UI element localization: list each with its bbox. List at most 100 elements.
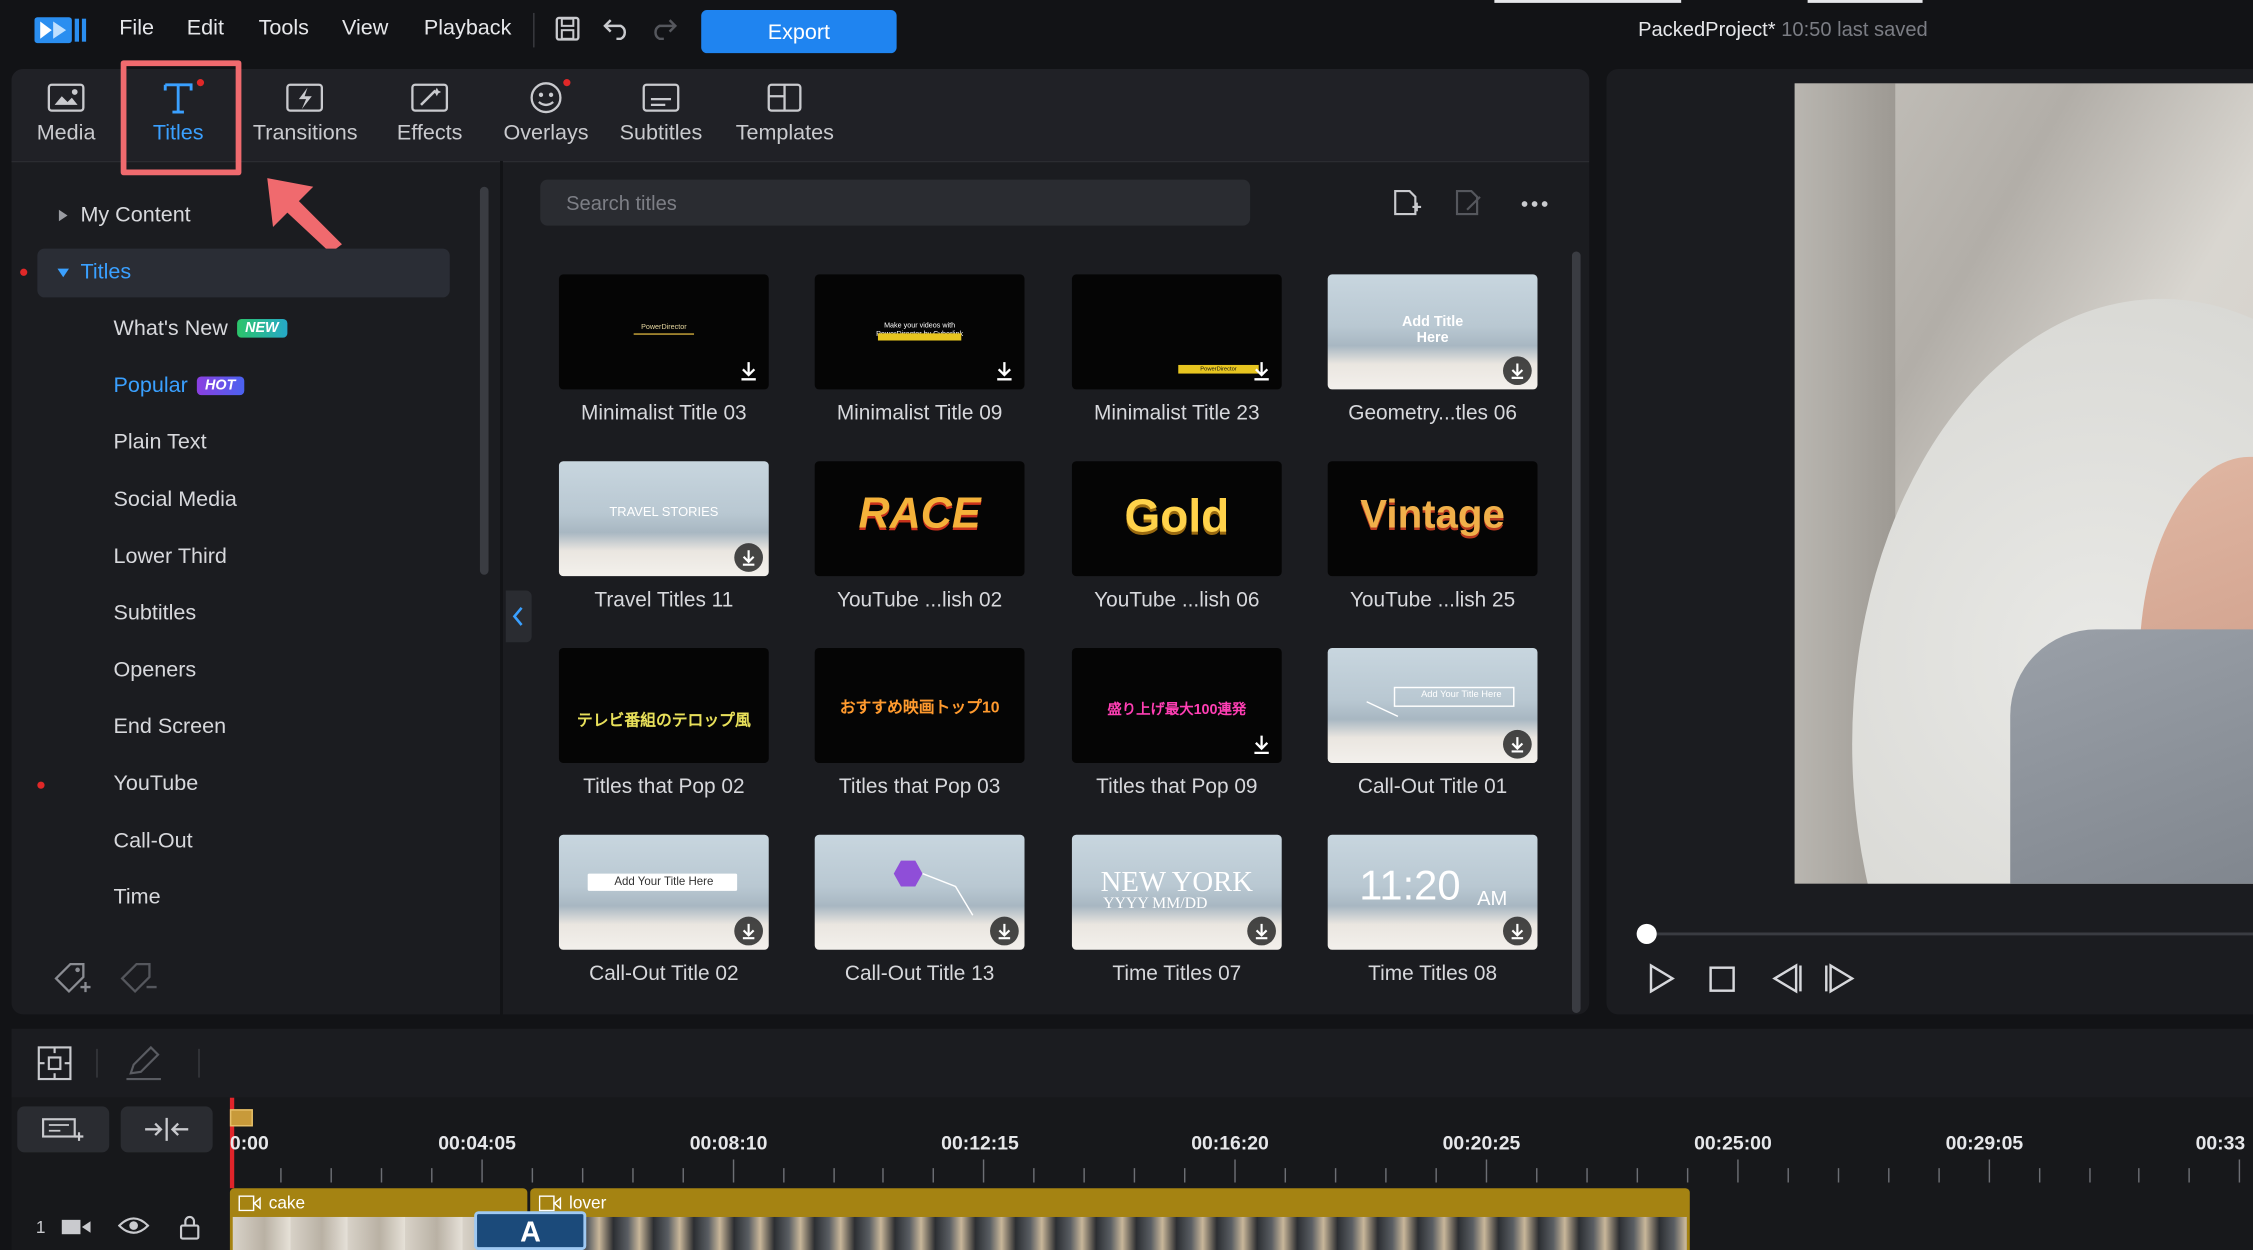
menu-tools[interactable]: Tools [259,16,309,40]
download-icon[interactable] [1502,356,1532,386]
sidebar-item-plain-text[interactable]: Plain Text [114,430,207,454]
collapse-sidebar-button[interactable] [505,590,532,643]
title-tile[interactable]: Add Your Title Here Call-Out Title 02 [558,834,769,986]
download-icon[interactable] [734,356,763,385]
sidebar-item-whats-new[interactable]: What's New NEW [113,316,288,341]
download-icon[interactable] [990,916,1019,946]
title-tile[interactable]: Call-Out Title 13 [814,834,1025,986]
playhead-marker[interactable] [229,1109,253,1127]
chevron-left-icon [512,606,523,626]
new-title-icon[interactable] [1391,188,1423,217]
remove-tag-icon[interactable] [118,961,158,998]
stop-icon[interactable] [1708,966,1735,993]
redo-icon[interactable] [649,17,678,41]
sidebar-my-content[interactable]: My Content [80,203,190,227]
visibility-eye-icon[interactable] [117,1214,150,1237]
project-name: PackedProject* [1638,17,1776,41]
next-frame-icon[interactable] [1822,963,1859,995]
search-input[interactable]: Search titles [540,179,1251,226]
track-manager-button[interactable] [17,1106,110,1153]
tab-media[interactable]: Media [34,79,97,145]
sidebar-item-end-screen[interactable]: End Screen [114,714,227,738]
titles-collapse-icon[interactable] [56,266,70,280]
sidebar-item-youtube[interactable]: YouTube [114,772,199,796]
download-icon[interactable] [1502,916,1532,946]
preview-scrubber-handle[interactable] [1636,923,1657,944]
my-content-expand-icon[interactable] [56,208,70,222]
download-icon[interactable] [1247,916,1276,946]
menu-edit[interactable]: Edit [187,16,224,40]
undo-icon[interactable] [602,17,631,41]
download-icon[interactable] [734,543,763,572]
download-icon[interactable] [734,916,763,946]
clip-lover[interactable]: lover [530,1188,1690,1250]
title-tile[interactable]: NEW YORK YYYY MM/DD Time Titles 07 [1071,834,1282,986]
tab-subtitles[interactable]: Subtitles [619,79,702,145]
clip-label: cake [238,1193,305,1213]
sidebar-item-label: What's New [113,316,228,341]
tab-overlays[interactable]: Overlays [503,79,589,145]
title-tile[interactable]: 盛り上げ最大100連発 Titles that Pop 09 [1071,647,1282,799]
preview-scrubber-track[interactable] [1649,932,2253,936]
sidebar-item-call-out[interactable]: Call-Out [114,829,193,853]
menu-divider [533,12,535,48]
previous-frame-icon[interactable] [1767,963,1804,995]
sidebar-item-popular[interactable]: Popular HOT [113,373,245,398]
download-icon[interactable] [1247,356,1276,385]
timeline-view-icon[interactable] [36,1045,73,1082]
sidebar-item-social-media[interactable]: Social Media [114,487,237,511]
tab-templates[interactable]: Templates [736,79,834,145]
title-tile[interactable]: Add Title Here Geometry...tles 06 [1327,274,1538,425]
menu-playback[interactable]: Playback [424,16,511,40]
play-icon[interactable] [1645,963,1677,995]
lock-icon[interactable] [178,1214,201,1240]
edit-pen-icon[interactable] [124,1045,164,1082]
download-icon[interactable] [1502,729,1532,759]
sidebar-item-label: Popular [113,373,188,398]
video-preview[interactable] [1794,83,2253,884]
fit-timeline-button[interactable] [120,1106,213,1153]
sidebar-item-time[interactable]: Time [114,885,161,909]
tile-thumbnail: PowerDirector [558,274,769,390]
tab-transitions[interactable]: Transitions [253,79,358,145]
sidebar-item-lower-third[interactable]: Lower Third [114,545,227,569]
title-tile[interactable]: おすすめ映画トップ10 Titles that Pop 03 [814,647,1025,799]
title-tile[interactable]: PowerDirector Minimalist Title 23 [1071,274,1282,425]
track-number: 1 [35,1216,46,1238]
tile-thumbnail [814,834,1025,950]
sidebar-titles[interactable]: Titles [80,260,131,284]
export-button[interactable]: Export [701,10,897,54]
save-icon[interactable] [555,16,581,42]
download-icon[interactable] [1247,730,1276,759]
title-tile[interactable]: Make your videos with PowerDirector by C… [814,274,1025,425]
menu-view[interactable]: View [342,16,388,40]
media-icon [46,79,86,116]
tile-label: YouTube ...lish 06 [1094,589,1260,613]
tile-thumbnail: Add Your Title Here [558,834,769,950]
tile-thumbnail: 11:20 AM [1327,834,1538,950]
sidebar-item-subtitles[interactable]: Subtitles [114,601,197,625]
templates-icon [764,79,804,116]
title-tile[interactable]: テレビ番組のテロップ風 Titles that Pop 02 [558,647,769,799]
title-clip[interactable]: A [474,1211,587,1250]
title-tile[interactable]: Vintage YouTube ...lish 25 [1327,461,1538,612]
add-tag-icon[interactable] [52,961,92,998]
more-options-icon[interactable] [1520,200,1549,209]
download-icon[interactable] [990,356,1019,385]
title-tile[interactable]: Add Your Title Here Call-Out Title 01 [1327,647,1538,799]
title-tile[interactable]: TRAVEL STORIES Travel Titles 11 [558,461,769,612]
title-tile[interactable]: 11:20 AM Time Titles 08 [1327,834,1538,986]
title-tile[interactable]: PowerDirector Minimalist Title 03 [558,274,769,425]
tile-thumbnail: TRAVEL STORIES [558,461,769,577]
sidebar-scrollbar[interactable] [479,186,489,575]
toolbar-divider [96,1048,98,1078]
hot-badge: HOT [196,376,245,396]
grid-scrollbar[interactable] [1571,251,1581,1013]
tab-effects[interactable]: Effects [397,79,463,145]
edit-title-icon[interactable] [1453,188,1485,217]
menu-file[interactable]: File [119,16,154,40]
tab-media-label: Media [36,120,96,146]
title-tile[interactable]: Gold YouTube ...lish 06 [1071,461,1282,613]
sidebar-item-openers[interactable]: Openers [114,658,197,682]
title-tile[interactable]: RACE YouTube ...lish 02 [814,461,1025,612]
